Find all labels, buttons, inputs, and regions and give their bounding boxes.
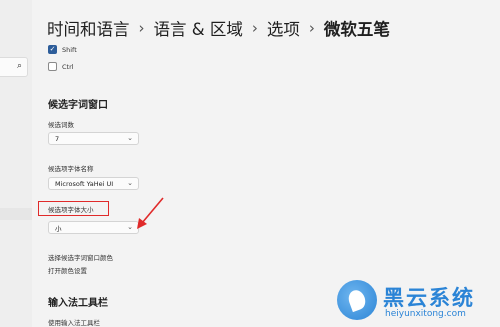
- watermark-title: 黑云系统: [383, 286, 475, 310]
- use-ime-toolbar-label: 使用输入法工具栏: [48, 319, 100, 327]
- watermark-logo-icon: [337, 280, 377, 320]
- watermark: 黑云系统 heiyunxitong.com: [337, 278, 497, 326]
- candidate-color-label: 选择候选字词窗口颜色: [48, 254, 113, 262]
- watermark-url: heiyunxitong.com: [385, 309, 466, 319]
- ime-toolbar-heading: 输入法工具栏: [48, 298, 108, 309]
- open-color-settings-link[interactable]: 打开颜色设置: [48, 265, 87, 275]
